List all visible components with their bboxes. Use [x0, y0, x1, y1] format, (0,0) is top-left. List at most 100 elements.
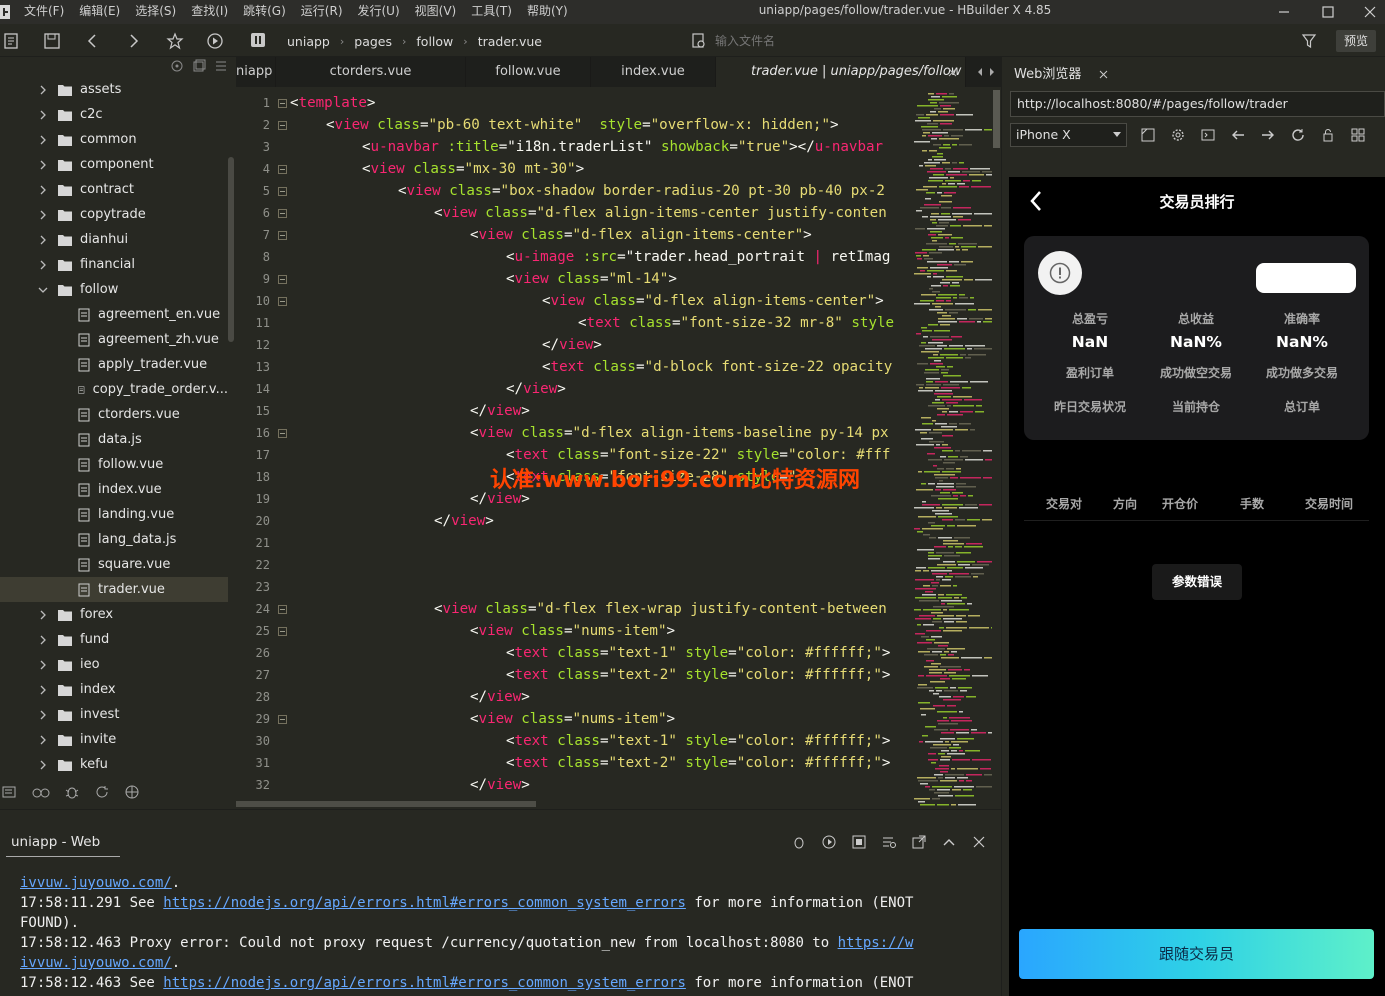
code-line[interactable]: 2 <view class="pb-60 text-white" style="o… [236, 114, 912, 136]
code-line[interactable]: 11 <text class="font-size-32 mr-8" style [236, 312, 912, 334]
tab-follow[interactable]: follow.vue [466, 57, 591, 87]
menu-item[interactable]: 视图(V) [415, 0, 457, 24]
save-icon[interactable] [43, 32, 61, 50]
code-line[interactable]: 1 <template> [236, 92, 912, 114]
minimize-icon[interactable] [1274, 2, 1294, 22]
folder-item[interactable]: component [0, 152, 228, 177]
folder-item[interactable]: kefu [0, 752, 228, 777]
code-line[interactable]: 10 <view class="d-flex align-items-center… [236, 290, 912, 312]
code-line[interactable]: 14 </view> [236, 378, 912, 400]
chevron-right-icon[interactable] [38, 760, 48, 770]
fold-toggle-icon[interactable] [278, 275, 287, 284]
file-item[interactable]: agreement_zh.vue [0, 327, 228, 352]
follow-trader-button[interactable]: 跟随交易员 [1019, 929, 1374, 979]
folder-item[interactable]: follow [0, 277, 228, 302]
folder-item[interactable]: financial [0, 252, 228, 277]
breadcrumb-item[interactable]: uniapp [287, 34, 330, 49]
close-panel-icon[interactable] [971, 834, 987, 850]
chevron-right-icon[interactable] [38, 635, 48, 645]
fold-toggle-icon[interactable] [278, 209, 287, 218]
tab-close-icon[interactable] [948, 68, 957, 77]
maximize-icon[interactable] [1318, 2, 1338, 22]
menu-item[interactable]: 运行(R) [301, 0, 343, 24]
open-external-icon[interactable] [911, 834, 927, 850]
folder-item[interactable]: c2c [0, 102, 228, 127]
code-line[interactable]: 5 <view class="box-shadow border-radius-2… [236, 180, 912, 202]
console-tab[interactable]: uniapp - Web [11, 834, 100, 850]
code-line[interactable]: 3 <u-navbar :title="i18n.traderList" show… [236, 136, 912, 158]
fold-toggle-icon[interactable] [278, 165, 287, 174]
grid-icon[interactable] [1350, 127, 1366, 143]
file-item[interactable]: data.js [0, 427, 228, 452]
file-item[interactable]: square.vue [0, 552, 228, 577]
file-item[interactable]: trader.vue [0, 577, 228, 602]
folder-item[interactable]: dianhui [0, 227, 228, 252]
folder-item[interactable]: ieo [0, 652, 228, 677]
file-item[interactable]: landing.vue [0, 502, 228, 527]
editor-horizontal-scrollbar[interactable] [236, 799, 912, 809]
tab-niapp[interactable]: niapp [236, 57, 276, 87]
fold-toggle-icon[interactable] [278, 187, 287, 196]
refresh-icon[interactable] [1290, 127, 1306, 143]
menu-icon[interactable] [214, 59, 228, 73]
chevron-right-icon[interactable] [38, 110, 48, 120]
new-file-icon[interactable] [3, 32, 21, 50]
folder-item[interactable]: invest [0, 702, 228, 727]
sidebar-scrollbar[interactable] [228, 157, 234, 342]
fold-toggle-icon[interactable] [278, 99, 287, 108]
locate-icon[interactable] [170, 59, 184, 73]
extensions-icon[interactable] [124, 784, 140, 800]
file-name-input[interactable] [715, 31, 1275, 51]
code-line[interactable]: 4 <view class="mx-30 mt-30"> [236, 158, 912, 180]
folder-item[interactable]: common [0, 127, 228, 152]
explorer-icon[interactable] [2, 784, 18, 800]
chevron-right-icon[interactable] [38, 235, 48, 245]
fold-toggle-icon[interactable] [278, 231, 287, 240]
code-line[interactable]: 15 </view> [236, 400, 912, 422]
fold-toggle-icon[interactable] [278, 605, 287, 614]
sync-icon[interactable] [94, 784, 110, 800]
chevron-right-icon[interactable] [38, 260, 48, 270]
chevron-right-icon[interactable] [38, 135, 48, 145]
maximize-panel-icon[interactable] [941, 834, 957, 850]
menu-item[interactable]: 文件(F) [24, 0, 64, 24]
close-icon[interactable] [1360, 2, 1380, 22]
fold-toggle-icon[interactable] [278, 297, 287, 306]
file-item[interactable]: apply_trader.vue [0, 352, 228, 377]
code-line[interactable]: 32 </view> [236, 774, 912, 796]
bug-icon[interactable] [791, 834, 807, 850]
menu-item[interactable]: 跳转(G) [243, 0, 286, 24]
code-line[interactable]: 27 <text class="text-2" style="color: #ff… [236, 664, 912, 686]
menu-item[interactable]: 帮助(Y) [527, 0, 568, 24]
url-bar[interactable]: http://localhost:8080/#/pages/follow/tra… [1010, 91, 1385, 117]
chevron-right-icon[interactable] [38, 660, 48, 670]
folder-item[interactable]: fund [0, 627, 228, 652]
restart-icon[interactable] [821, 834, 837, 850]
menu-item[interactable]: 发行(U) [358, 0, 400, 24]
back-icon[interactable] [84, 32, 102, 50]
code-line[interactable]: 21 [236, 532, 912, 554]
file-item[interactable]: index.vue [0, 477, 228, 502]
browser-back-icon[interactable] [1230, 127, 1246, 143]
breadcrumb-item[interactable]: pages [354, 34, 392, 49]
console-link[interactable]: ivvuw.juyouwo.com/ [20, 875, 172, 891]
console-link[interactable]: ivvuw.juyouwo.com/ [20, 955, 172, 971]
file-item[interactable]: lang_data.js [0, 527, 228, 552]
fold-toggle-icon[interactable] [278, 627, 287, 636]
settings-icon[interactable] [1170, 127, 1186, 143]
chevron-right-icon[interactable] [38, 735, 48, 745]
code-line[interactable]: 13 <text class="d-block font-size-22 opac… [236, 356, 912, 378]
folder-item[interactable]: assets [0, 77, 228, 102]
code-line[interactable]: 16 <view class="d-flex align-items-baseli… [236, 422, 912, 444]
breadcrumb-item[interactable]: follow [416, 34, 453, 49]
browser-forward-icon[interactable] [1260, 127, 1276, 143]
chevron-right-icon[interactable] [38, 85, 48, 95]
run-icon[interactable] [206, 32, 224, 50]
file-item[interactable]: follow.vue [0, 452, 228, 477]
plugin-icon[interactable] [32, 784, 50, 800]
code-line[interactable]: 28 </view> [236, 686, 912, 708]
hscroll-thumb[interactable] [236, 801, 536, 807]
browser-tab-close-icon[interactable] [1099, 70, 1108, 79]
folder-item[interactable]: index [0, 677, 228, 702]
file-item[interactable]: ctorders.vue [0, 402, 228, 427]
